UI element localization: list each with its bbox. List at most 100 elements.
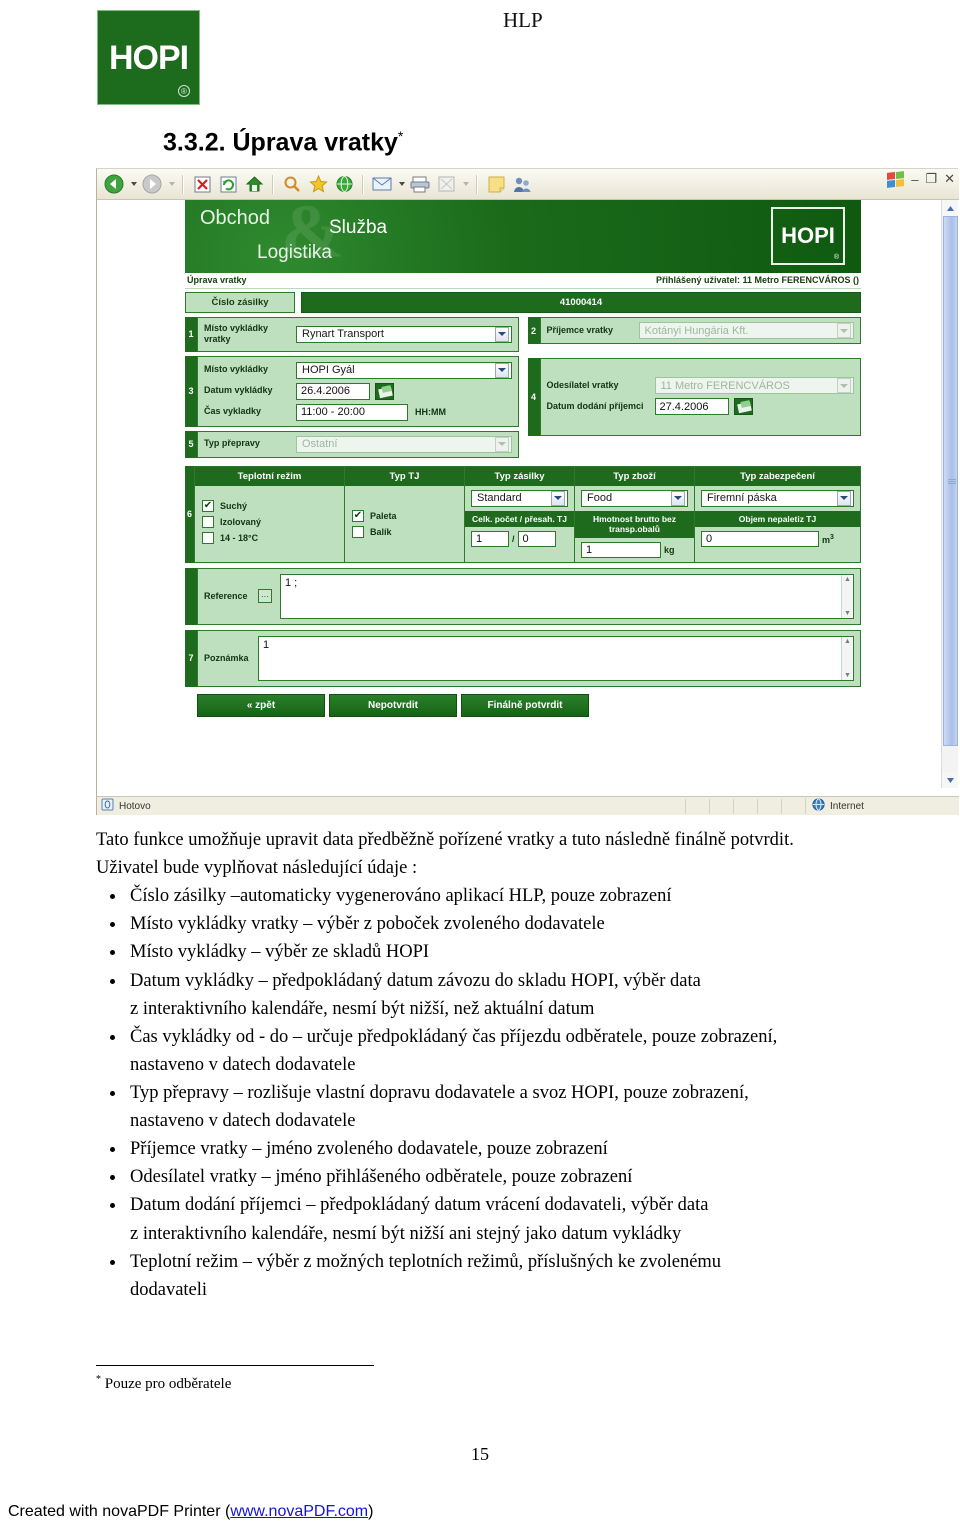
checkbox-row[interactable]: Izolovaný [202, 515, 337, 528]
forward-icon[interactable] [139, 172, 165, 197]
reference-textarea[interactable]: 1 ; ▲ ▼ [280, 573, 854, 619]
search-icon[interactable] [279, 172, 305, 197]
checkbox-pallet[interactable]: ✔ [352, 509, 364, 522]
count-input[interactable]: 1 [471, 531, 509, 548]
section-heading: 3.3.2. Úprava vratky* [163, 128, 403, 157]
app-form: Úprava vratky Přihlášený uživatel: 11 Me… [185, 273, 861, 717]
footnote-text: Pouze pro odběratele [104, 1376, 232, 1392]
checkbox-chilled[interactable] [202, 531, 214, 544]
shipment-type-header: Typ zásilky [465, 466, 574, 486]
page-control-group [189, 172, 267, 197]
checkbox-row[interactable]: 14 - 18°C [202, 531, 337, 544]
section-4-sender-label: Odesílatel vratky [546, 379, 619, 390]
restore-button[interactable]: ❐ [925, 171, 937, 187]
final-confirm-button[interactable]: Finálně potvrdit [461, 693, 589, 717]
mail-dropdown-icon[interactable] [395, 172, 407, 197]
reference-label: Reference [204, 591, 248, 602]
scroll-up-icon[interactable]: ▲ [844, 637, 851, 646]
reference-picker-button[interactable]: ··· [258, 589, 272, 604]
security-type-select[interactable]: Firemní páska [701, 489, 854, 507]
overhang-input[interactable]: 0 [517, 531, 556, 548]
calendar-icon[interactable] [733, 398, 753, 415]
messenger-icon[interactable] [509, 172, 535, 197]
chevron-down-icon[interactable] [494, 326, 509, 342]
page-scrollbar[interactable] [941, 200, 958, 788]
stop-icon[interactable] [189, 172, 215, 197]
return-recipient-value: Kotányi Hungária Kft. [644, 324, 749, 337]
unload-time-input[interactable]: 11:00 - 20:00 [296, 403, 408, 421]
form-right-column: 2 Příjemce vratky Kotányi Hungária Kft. [527, 317, 861, 440]
back-dropdown-icon[interactable] [127, 172, 139, 197]
volume-input[interactable]: 0 [701, 531, 819, 548]
close-button[interactable]: ✕ [944, 171, 955, 187]
scroll-down-icon[interactable] [942, 772, 958, 788]
checkbox-row[interactable]: ✔ Paleta [352, 509, 457, 522]
checkbox-row[interactable]: Balík [352, 525, 457, 538]
footnote-separator [96, 1365, 374, 1366]
novapdf-prefix: Created with novaPDF Printer ( [8, 1503, 231, 1520]
checkbox-insulated[interactable] [202, 515, 214, 528]
note-scrollbar[interactable]: ▲ ▼ [841, 636, 853, 680]
unload-place-select[interactable]: HOPI Gyál [296, 361, 512, 379]
browser-viewport: & Obchod Služba Logistika HOPI ® Úprava … [97, 200, 959, 788]
notes-icon[interactable] [483, 172, 509, 197]
scroll-down-icon[interactable]: ▼ [844, 609, 851, 618]
favorites-icon[interactable] [305, 172, 331, 197]
history-icon[interactable] [331, 172, 357, 197]
home-icon[interactable] [241, 172, 267, 197]
novapdf-link[interactable]: www.novaPDF.com [230, 1503, 368, 1520]
section-heading-text: 3.3.2. Úprava vratky [163, 128, 398, 157]
unload-place-value: HOPI Gyál [302, 364, 355, 376]
minimize-button[interactable]: – [911, 172, 918, 187]
chevron-down-icon [494, 436, 509, 452]
scrollbar-thumb[interactable] [943, 216, 958, 746]
section-4-delivery-label: Datum dodání příjemci [546, 400, 644, 411]
section-3-number: 3 [185, 355, 197, 427]
section-2-label: Příjemce vratky [546, 324, 614, 335]
checkbox-parcel[interactable] [352, 525, 364, 538]
chevron-down-icon[interactable] [494, 362, 509, 378]
delivery-date-input[interactable]: 27.4.2006 [654, 398, 729, 415]
mail-icon[interactable] [369, 172, 395, 197]
unload-place-return-select[interactable]: Rynart Transport [296, 325, 512, 343]
scroll-down-icon[interactable]: ▼ [844, 671, 851, 680]
calendar-icon[interactable] [375, 382, 394, 400]
chevron-down-icon[interactable] [837, 490, 851, 506]
shipment-type-value: Standard [477, 492, 522, 504]
section-2-number: 2 [527, 317, 540, 344]
note-textarea[interactable]: 1 ▲ ▼ [258, 635, 854, 681]
toolbar-separator-3 [362, 174, 364, 194]
unload-date-input[interactable]: 26.4.2006 [296, 382, 370, 400]
checkbox-dry[interactable]: ✔ [202, 499, 214, 512]
back-icon[interactable] [101, 172, 127, 197]
goods-type-select[interactable]: Food [581, 489, 688, 507]
security-zone[interactable]: Internet [805, 798, 955, 814]
print-icon[interactable] [407, 172, 433, 197]
section-5: 5 Typ přepravy Ostatní [185, 430, 519, 458]
unload-place-return-value: Rynart Transport [302, 328, 384, 341]
note-block: 7 Poznámka 1 ▲ ▼ [185, 629, 861, 687]
list-item-text: Čas vykládky od - do – určuje předpoklád… [130, 1026, 778, 1047]
security-type-value: Firemní páska [707, 492, 777, 504]
status-cell [709, 798, 733, 814]
section-1-label: Místo vykládky vratky [204, 323, 269, 345]
goods-type-value: Food [587, 492, 613, 504]
refresh-icon[interactable] [215, 172, 241, 197]
chevron-down-icon[interactable] [551, 490, 565, 506]
temperature-regime-column: Teplotní režim ✔ Suchý Izolovaný 14 - 18… [195, 466, 345, 562]
return-recipient-select: Kotányi Hungária Kft. [638, 322, 854, 339]
hopi-logo-wordmark: HOPI [108, 38, 189, 77]
shipment-type-select[interactable]: Standard [471, 489, 568, 507]
scroll-up-icon[interactable] [942, 200, 958, 216]
chevron-down-icon[interactable] [671, 490, 685, 506]
list-item: Datum dodání příjemci – předpokládaný da… [110, 1191, 896, 1219]
reference-scrollbar[interactable]: ▲ ▼ [841, 574, 853, 618]
browser-status-bar: Hotovo Internet [97, 796, 959, 815]
unconfirm-button[interactable]: Nepotvrdit [329, 693, 457, 717]
weight-input[interactable]: 1 [581, 541, 661, 558]
document-header-title: HLP [503, 8, 543, 32]
scroll-up-icon[interactable]: ▲ [844, 575, 851, 584]
back-button[interactable]: « zpět [197, 693, 325, 717]
status-cell [757, 798, 781, 814]
checkbox-row[interactable]: ✔ Suchý [202, 499, 337, 512]
